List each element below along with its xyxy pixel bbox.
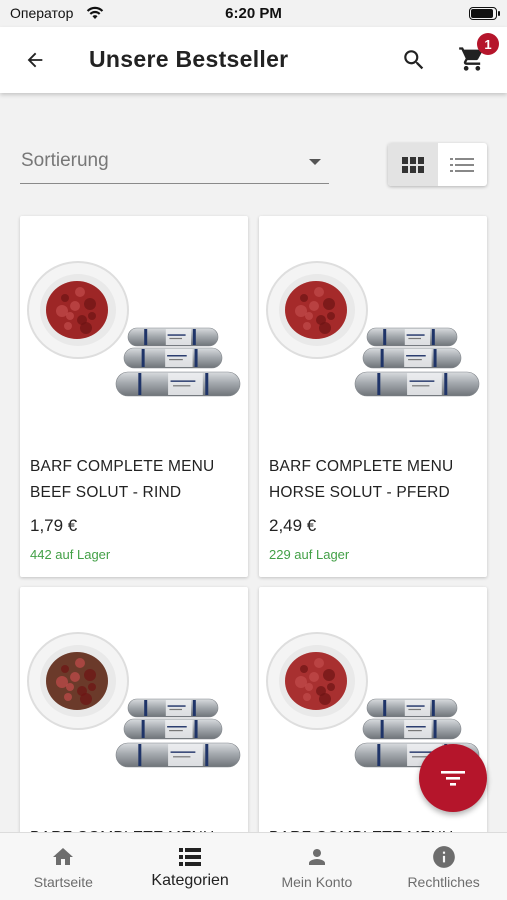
cart-count-badge: 1 [477,33,499,55]
battery-icon [469,7,500,20]
clock: 6:20 PM [225,5,282,22]
nav-item-rechtliches[interactable]: Rechtliches [380,833,507,900]
chevron-down-icon [309,159,321,165]
product-name: BARF COMPLETE MENU HORSE SOLUT - PFERD [269,458,454,501]
back-button[interactable] [16,42,54,78]
search-button[interactable] [396,42,432,78]
product-stock: 229 auf Lager [269,547,350,562]
status-bar: Оператор 6:20 PM [0,0,507,27]
nav-item-mein-konto[interactable]: Mein Konto [254,833,381,900]
search-icon [404,50,424,70]
sort-label: Sortierung [21,150,109,171]
product-image [27,261,241,397]
product-price: 2,49 € [269,516,317,535]
filter-icon [441,771,465,786]
nav-label: Rechtliches [407,874,480,890]
product-image [27,632,241,768]
nav-label: Mein Konto [281,874,353,890]
nav-label: Startseite [33,874,93,890]
product-name: BARF COMPLETE MENU BEEF SOLUT - RIND [30,458,215,501]
list-view-icon [450,157,475,172]
home-icon [50,844,76,870]
product-price: 1,79 € [30,516,78,535]
view-toggle [388,143,487,186]
product-card[interactable]: BARF COMPLETE MENU BEEF SOLUT - RIND 1,7… [20,216,248,577]
nav-item-startseite[interactable]: Startseite [0,833,127,900]
sort-dropdown[interactable]: Sortierung [20,140,329,184]
bottom-navigation: Startseite Kategorien Mein Konto Rechtli… [0,832,507,900]
product-stock: 442 auf Lager [30,547,111,562]
account-icon [304,844,330,870]
page-title: Unsere Bestseller [89,46,289,72]
categories-icon [177,844,203,870]
grid-view-icon [401,156,424,173]
nav-item-kategorien[interactable]: Kategorien [127,833,254,900]
product-image [266,261,480,397]
arrow-left-icon [27,52,43,68]
app-bar: Unsere Bestseller [0,27,507,93]
grid-view-button[interactable] [388,143,438,186]
info-icon [431,844,457,870]
product-card[interactable]: BARF COMPLETE MENU HORSE SOLUT - PFERD 2… [259,216,487,577]
filter-button[interactable] [419,744,487,812]
nav-label: Kategorien [151,872,229,889]
list-view-button[interactable] [438,143,488,186]
